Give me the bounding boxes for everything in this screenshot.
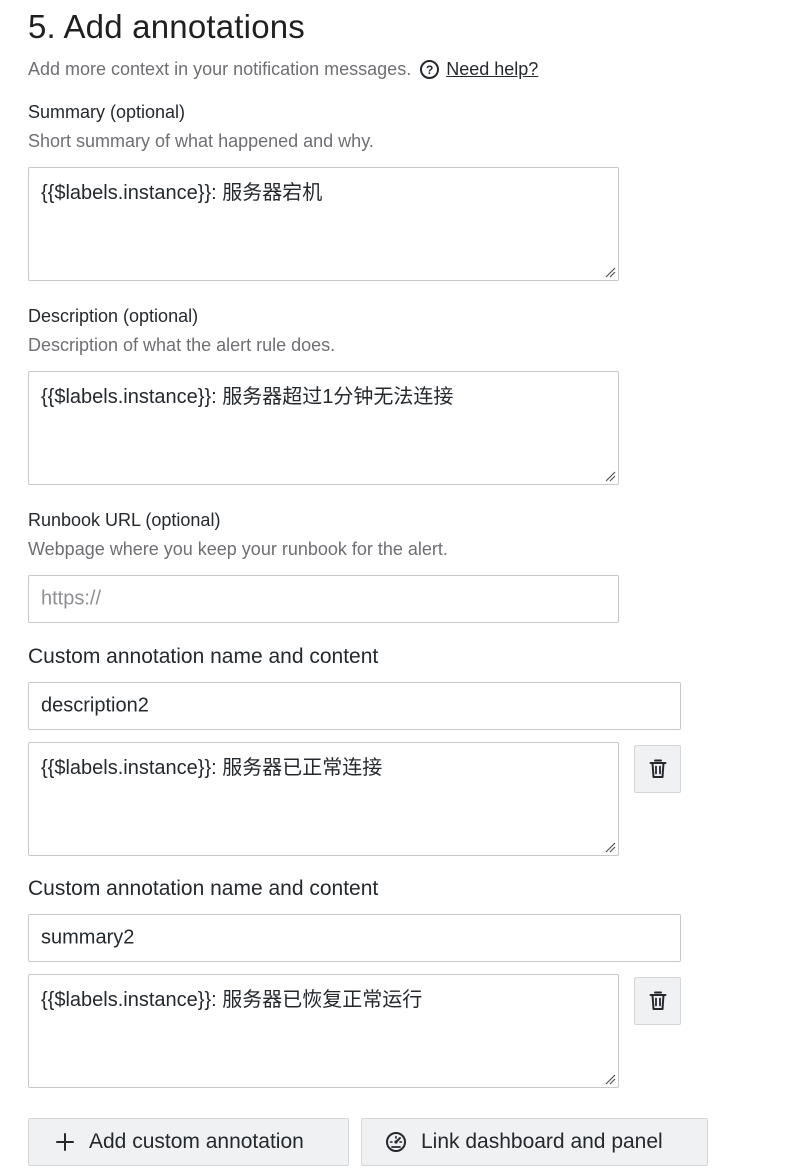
- link-dashboard-button[interactable]: Link dashboard and panel: [361, 1118, 708, 1166]
- description-textarea-value: {{$labels.instance}}: 服务器超过1分钟无法连接: [41, 386, 454, 408]
- resize-grip-icon[interactable]: [604, 841, 616, 853]
- summary-label: Summary (optional): [28, 102, 186, 122]
- description-label: Description (optional): [28, 306, 199, 326]
- custom-annotation-name-value: description2: [41, 694, 149, 717]
- section-title: 5. Add annotations: [28, 8, 305, 45]
- custom-annotation-name-input[interactable]: summary2: [28, 914, 681, 962]
- custom-annotation-content-textarea[interactable]: {{$labels.instance}}: 服务器已恢复正常运行: [28, 974, 619, 1088]
- need-help-link[interactable]: Need help?: [446, 59, 538, 80]
- delete-annotation-button[interactable]: [634, 745, 681, 793]
- summary-textarea[interactable]: {{$labels.instance}}: 服务器宕机: [28, 167, 619, 281]
- custom-annotation-label: Custom annotation name and content: [28, 645, 379, 668]
- custom-annotation-name-value: summary2: [41, 926, 135, 949]
- add-custom-annotation-button[interactable]: Add custom annotation: [28, 1118, 349, 1166]
- resize-grip-icon[interactable]: [604, 470, 616, 482]
- dashboard-gauge-icon: [384, 1130, 408, 1154]
- description-description: Description of what the alert rule does.: [28, 335, 336, 355]
- custom-annotation-content-value: {{$labels.instance}}: 服务器已正常连接: [41, 757, 383, 779]
- custom-annotation-name-input[interactable]: description2: [28, 682, 681, 730]
- resize-grip-icon[interactable]: [604, 1073, 616, 1085]
- summary-textarea-value: {{$labels.instance}}: 服务器宕机: [41, 182, 323, 204]
- description-textarea[interactable]: {{$labels.instance}}: 服务器超过1分钟无法连接: [28, 371, 619, 485]
- runbook-label: Runbook URL (optional): [28, 510, 221, 530]
- question-circle-icon[interactable]: ?: [420, 60, 440, 79]
- summary-description: Short summary of what happened and why.: [28, 131, 374, 151]
- trash-icon: [649, 991, 666, 1010]
- add-custom-annotation-label: Add custom annotation: [89, 1130, 304, 1153]
- section-subtitle-text: Add more context in your notification me…: [28, 59, 412, 79]
- custom-annotation-content-textarea[interactable]: {{$labels.instance}}: 服务器已正常连接: [28, 742, 619, 856]
- section-subtitle: Add more context in your notification me…: [28, 59, 538, 80]
- custom-annotation-label: Custom annotation name and content: [28, 877, 379, 900]
- resize-grip-icon[interactable]: [604, 266, 616, 278]
- runbook-url-input[interactable]: https://: [28, 575, 619, 623]
- custom-annotation-content-value: {{$labels.instance}}: 服务器已恢复正常运行: [41, 989, 423, 1011]
- delete-annotation-button[interactable]: [634, 977, 681, 1025]
- runbook-description: Webpage where you keep your runbook for …: [28, 539, 448, 559]
- trash-icon: [649, 759, 666, 778]
- plus-icon: [53, 1130, 77, 1154]
- link-dashboard-label: Link dashboard and panel: [421, 1130, 663, 1153]
- runbook-url-placeholder: https://: [41, 587, 102, 610]
